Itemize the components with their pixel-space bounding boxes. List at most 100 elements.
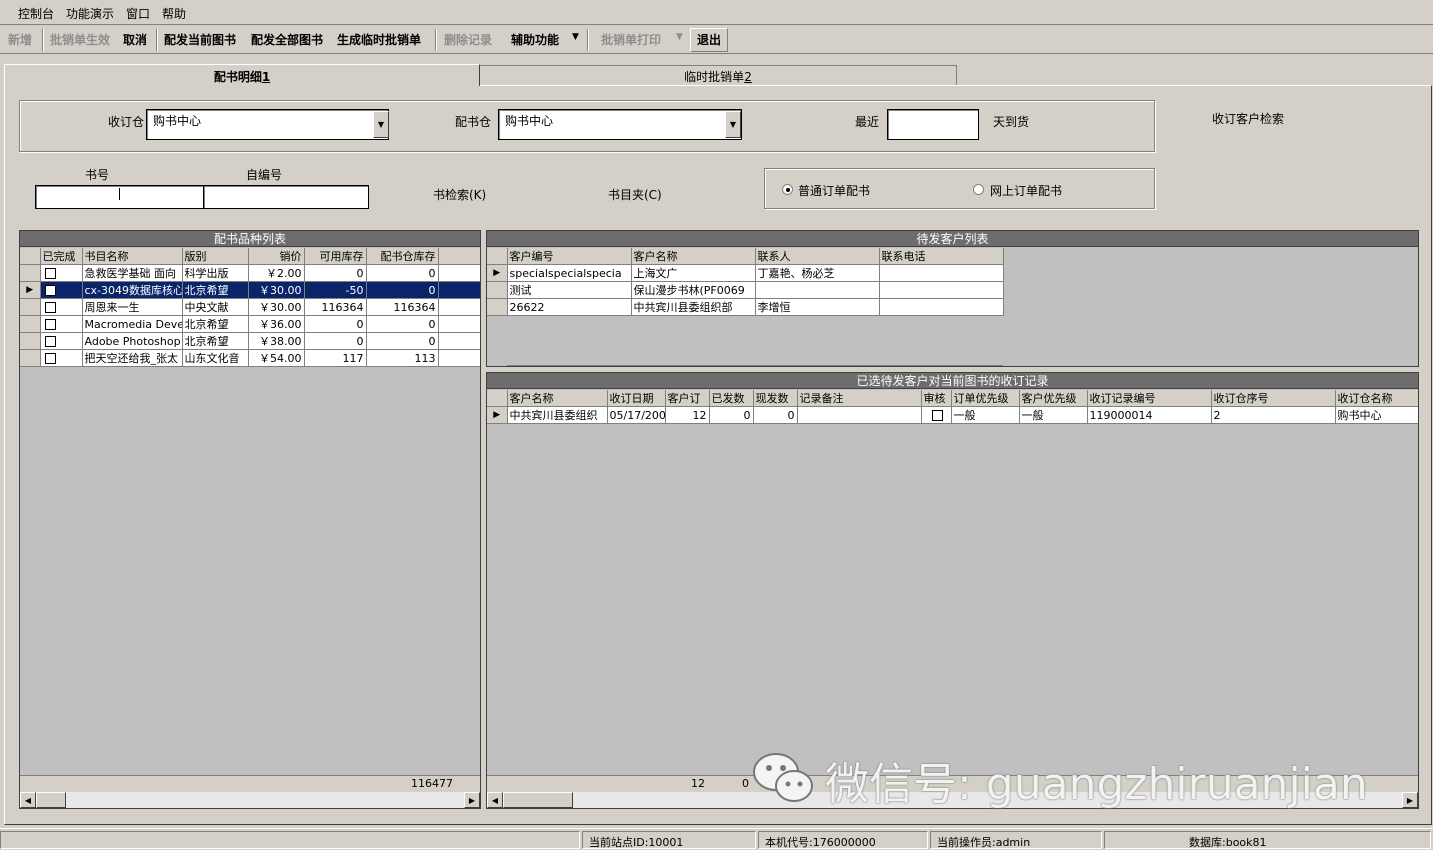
row-indicator[interactable] [487, 298, 508, 316]
rec-sent-cell[interactable]: 0 [709, 406, 754, 424]
warehouse-stock-cell[interactable]: 0 [366, 315, 439, 333]
phone-cell[interactable] [879, 264, 1004, 282]
chevron-down-icon[interactable]: ▼ [572, 32, 579, 42]
rec-note-cell[interactable] [797, 406, 922, 424]
rec-date-cell[interactable]: 05/17/200 [607, 406, 666, 424]
done-checkbox[interactable] [44, 285, 56, 296]
contact-cell[interactable]: 李增恒 [755, 298, 880, 316]
done-cell[interactable] [40, 315, 83, 333]
publisher-cell[interactable]: 中央文献 [182, 298, 249, 316]
table-row[interactable]: Adobe Photoshop北京希望￥38.000080 [20, 332, 480, 350]
warehouse-stock-cell[interactable]: 0 [366, 264, 439, 282]
menu-window[interactable]: 窗口 [126, 5, 150, 22]
book-folder-button[interactable]: 书目夹(C) [608, 186, 662, 203]
books-hscrollbar[interactable]: ◀ ▶ [20, 791, 480, 808]
price-cell[interactable]: ￥30.00 [248, 298, 305, 316]
col-extra[interactable] [438, 248, 480, 265]
table-row[interactable]: 26622 中共宾川县委组织部 李增恒 [487, 298, 1004, 316]
contact-cell[interactable] [755, 281, 880, 299]
table-row[interactable]: 测试 保山漫步书林(PF0069 [487, 281, 1004, 299]
distribute-current-button[interactable]: 配发当前图书 [164, 31, 236, 48]
menu-console[interactable]: 控制台 [18, 5, 54, 22]
book-search-button[interactable]: 书检索(K) [433, 186, 486, 203]
approve-button[interactable]: 批销单生效 [50, 31, 110, 48]
extra-cell[interactable]: 80 [438, 315, 480, 333]
col-price[interactable]: 销价 [248, 248, 305, 265]
col-customer-name[interactable]: 客户名称 [631, 248, 756, 265]
table-row[interactable]: ▶ specialspecialspecia 上海文广 丁嘉艳、杨必芝 [487, 264, 1004, 282]
rec-order-priority-cell[interactable]: 一般 [951, 406, 1020, 424]
scroll-left-icon[interactable]: ◀ [487, 792, 503, 808]
done-checkbox[interactable] [44, 319, 56, 330]
extra-cell[interactable]: 80 [438, 332, 480, 350]
done-cell[interactable] [40, 332, 83, 350]
extra-cell[interactable]: 80 [438, 298, 480, 316]
scroll-thumb[interactable] [36, 792, 66, 808]
radio-online-label[interactable]: 网上订单配书 [990, 182, 1062, 199]
col-publisher[interactable]: 版别 [182, 248, 249, 265]
rec-customer-cell[interactable]: 中共宾川县委组织 [507, 406, 608, 424]
available-cell[interactable]: 117 [304, 349, 367, 367]
distribute-all-button[interactable]: 配发全部图书 [251, 31, 323, 48]
tab-distribution-detail[interactable]: 配书明细1 [4, 64, 480, 86]
col-done[interactable]: 已完成 [40, 248, 83, 265]
menu-help[interactable]: 帮助 [162, 5, 186, 22]
customer-id-cell[interactable]: specialspecialspecia [507, 264, 632, 282]
col-rec-audit[interactable]: 审核 [921, 390, 952, 407]
available-cell[interactable]: -50 [304, 281, 367, 299]
publisher-cell[interactable]: 山东文化音 [182, 349, 249, 367]
publisher-cell[interactable]: 科学出版 [182, 264, 249, 282]
table-row[interactable]: ▶ 中共宾川县委组织 05/17/200 12 0 0 一般 一般 119000014 2 购书中心 [487, 406, 1418, 424]
row-indicator[interactable]: ▶ [487, 264, 508, 282]
extra-cell[interactable]: 80 [438, 349, 480, 367]
col-rec-date[interactable]: 收订日期 [607, 390, 666, 407]
row-indicator[interactable]: ▶ [20, 281, 41, 299]
col-book-name[interactable]: 书目名称 [82, 248, 183, 265]
tab-temp-sales-order[interactable]: 临时批销单2 [479, 65, 957, 85]
row-indicator[interactable] [487, 281, 508, 299]
col-rec-customer-priority[interactable]: 客户优先级 [1019, 390, 1088, 407]
extra-cell[interactable]: 80 [438, 281, 480, 299]
exit-button[interactable]: 退出 [697, 31, 721, 48]
new-button[interactable]: 新增 [8, 31, 32, 48]
warehouse-stock-cell[interactable]: 0 [366, 281, 439, 299]
customer-name-cell[interactable]: 上海文广 [631, 264, 756, 282]
publisher-cell[interactable]: 北京希望 [182, 281, 249, 299]
aux-functions-button[interactable]: 辅助功能 [511, 31, 559, 48]
rec-customer-priority-cell[interactable]: 一般 [1019, 406, 1088, 424]
rec-warehouse-name-cell[interactable]: 购书中心 [1335, 406, 1418, 424]
scroll-left-icon[interactable]: ◀ [20, 792, 36, 808]
cancel-button[interactable]: 取消 [123, 31, 147, 48]
extra-cell[interactable]: 80 [438, 264, 480, 282]
print-button[interactable]: 批销单打印 [601, 31, 661, 48]
generate-temp-button[interactable]: 生成临时批销单 [337, 31, 421, 48]
done-checkbox[interactable] [44, 353, 56, 364]
scroll-thumb[interactable] [503, 792, 573, 808]
row-indicator[interactable] [20, 332, 41, 350]
table-row[interactable]: ▶ cx-3049数据库核心北京希望￥30.00-50080 [20, 281, 480, 299]
customer-name-cell[interactable]: 保山漫步书林(PF0069 [631, 281, 756, 299]
delete-record-button[interactable]: 删除记录 [444, 31, 492, 48]
available-cell[interactable]: 0 [304, 315, 367, 333]
book-name-cell[interactable]: cx-3049数据库核心 [82, 281, 183, 299]
radio-online-order[interactable] [973, 184, 984, 195]
available-cell[interactable]: 116364 [304, 298, 367, 316]
dist-warehouse-select[interactable]: 购书中心 [498, 109, 742, 140]
row-indicator[interactable] [20, 298, 41, 316]
table-row[interactable]: 把天空还给我_张太山东文化音￥54.0011711380 [20, 349, 480, 367]
radio-normal-order[interactable] [782, 184, 793, 195]
col-warehouse-stock[interactable]: 配书仓库存 [366, 248, 439, 265]
available-cell[interactable]: 0 [304, 264, 367, 282]
warehouse-stock-cell[interactable]: 0 [366, 332, 439, 350]
warehouse-stock-cell[interactable]: 116364 [366, 298, 439, 316]
phone-cell[interactable] [879, 298, 1004, 316]
price-cell[interactable]: ￥36.00 [248, 315, 305, 333]
price-cell[interactable]: ￥30.00 [248, 281, 305, 299]
publisher-cell[interactable]: 北京希望 [182, 332, 249, 350]
table-row[interactable]: Macromedia Devel北京希望￥36.000080 [20, 315, 480, 333]
col-rec-warehouse-seq[interactable]: 收订仓序号 [1211, 390, 1336, 407]
publisher-cell[interactable]: 北京希望 [182, 315, 249, 333]
customer-id-cell[interactable]: 测试 [507, 281, 632, 299]
menu-demo[interactable]: 功能演示 [66, 5, 114, 22]
order-warehouse-select[interactable]: 购书中心 [146, 109, 389, 140]
